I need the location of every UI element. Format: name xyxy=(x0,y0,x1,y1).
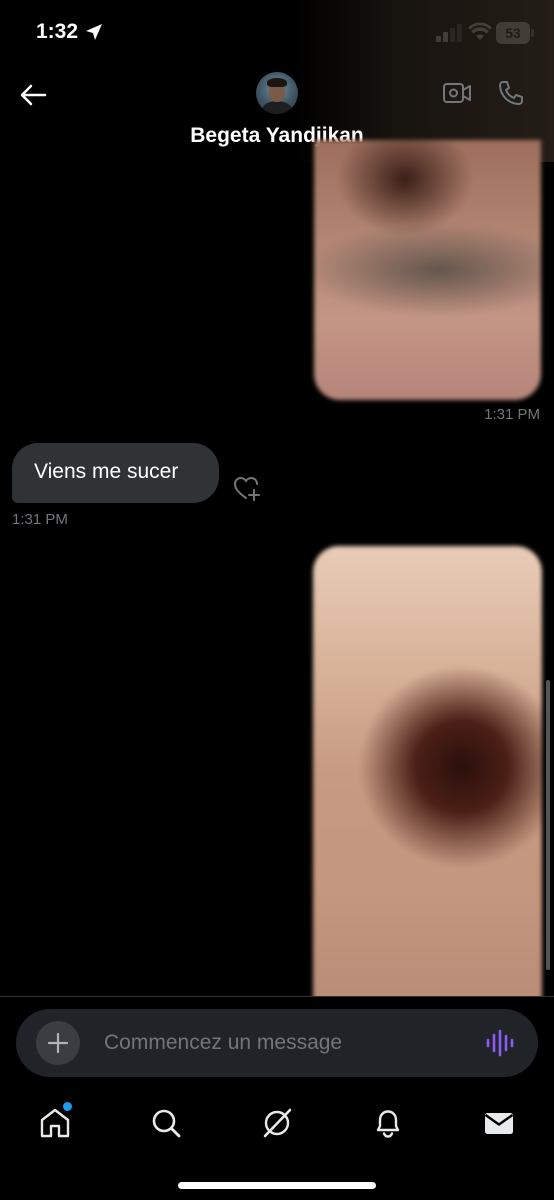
grok-icon[interactable] xyxy=(260,1106,294,1140)
add-attachment-button[interactable] xyxy=(36,1021,80,1065)
bell-icon[interactable] xyxy=(371,1106,405,1140)
message-composer xyxy=(16,1009,538,1077)
plus-icon xyxy=(47,1032,69,1054)
video-camera-icon[interactable] xyxy=(442,80,472,106)
voice-wave-icon[interactable] xyxy=(484,1027,516,1059)
message-timestamp: 1:31 PM xyxy=(12,511,68,528)
search-icon[interactable] xyxy=(149,1106,183,1140)
home-icon[interactable] xyxy=(38,1106,72,1140)
notification-dot xyxy=(63,1102,72,1111)
back-arrow-icon[interactable] xyxy=(18,80,48,110)
message-input[interactable] xyxy=(104,1009,464,1077)
scrollbar[interactable] xyxy=(546,680,550,970)
status-time: 1:32 xyxy=(36,20,79,43)
message-timestamp: 1:31 PM xyxy=(484,406,540,423)
received-message-bubble[interactable]: Viens me sucer xyxy=(12,443,219,503)
sent-image-2[interactable] xyxy=(313,546,542,1006)
avatar[interactable] xyxy=(256,72,298,114)
location-arrow-icon xyxy=(86,24,102,40)
add-reaction-heart-icon[interactable] xyxy=(232,474,262,502)
home-indicator xyxy=(178,1182,376,1189)
envelope-icon[interactable] xyxy=(482,1106,516,1140)
message-text: Viens me sucer xyxy=(34,460,179,483)
sent-image-1[interactable] xyxy=(314,140,541,400)
composer-area xyxy=(0,996,554,1088)
phone-icon[interactable] xyxy=(497,79,525,107)
